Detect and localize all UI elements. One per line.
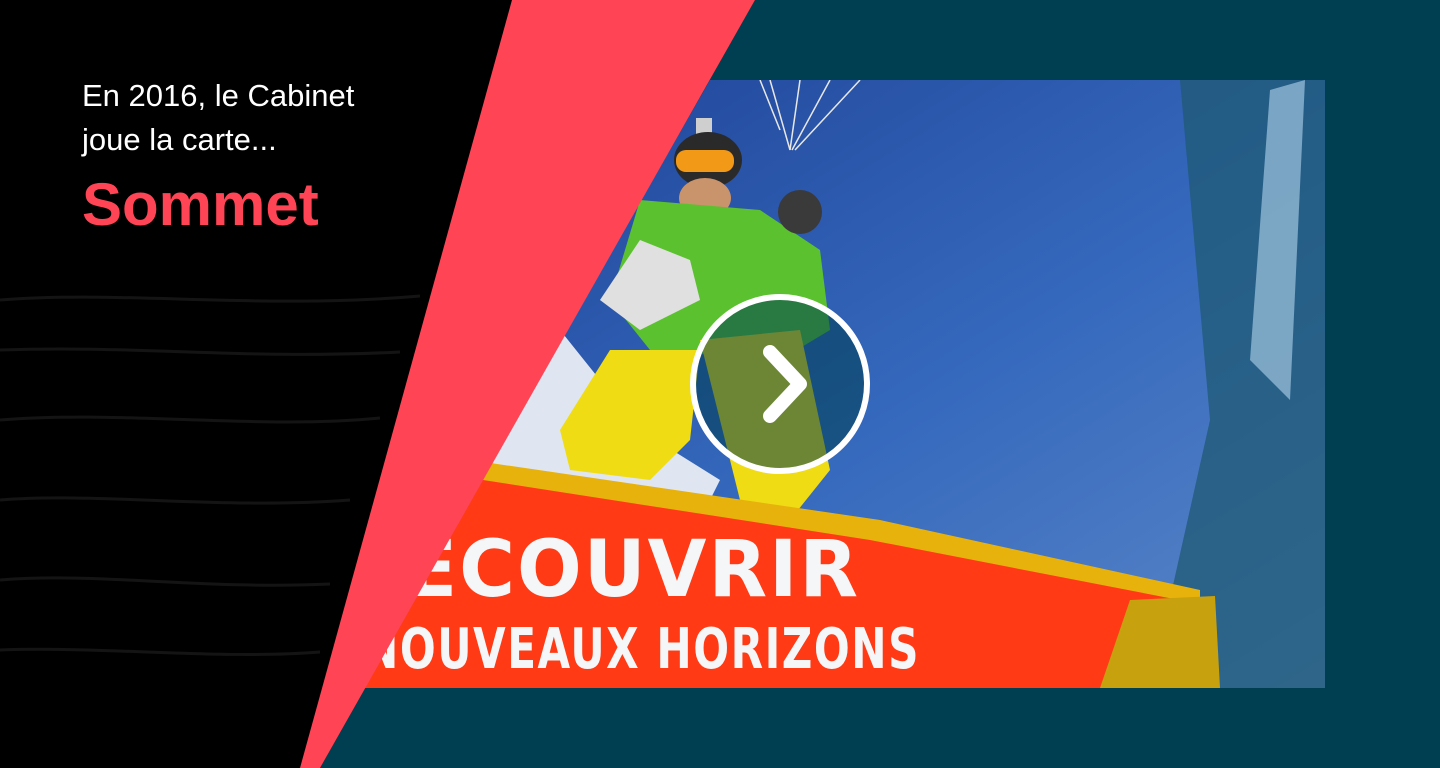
intro-block: En 2016, le Cabinet joue la carte... Som… <box>82 74 354 240</box>
intro-line-1: En 2016, le Cabinet <box>82 78 355 113</box>
play-button-ring[interactable] <box>690 294 870 474</box>
page-title: Sommet <box>82 171 319 238</box>
intro-line-2: joue la carte... <box>82 122 277 157</box>
play-button[interactable] <box>690 294 870 474</box>
